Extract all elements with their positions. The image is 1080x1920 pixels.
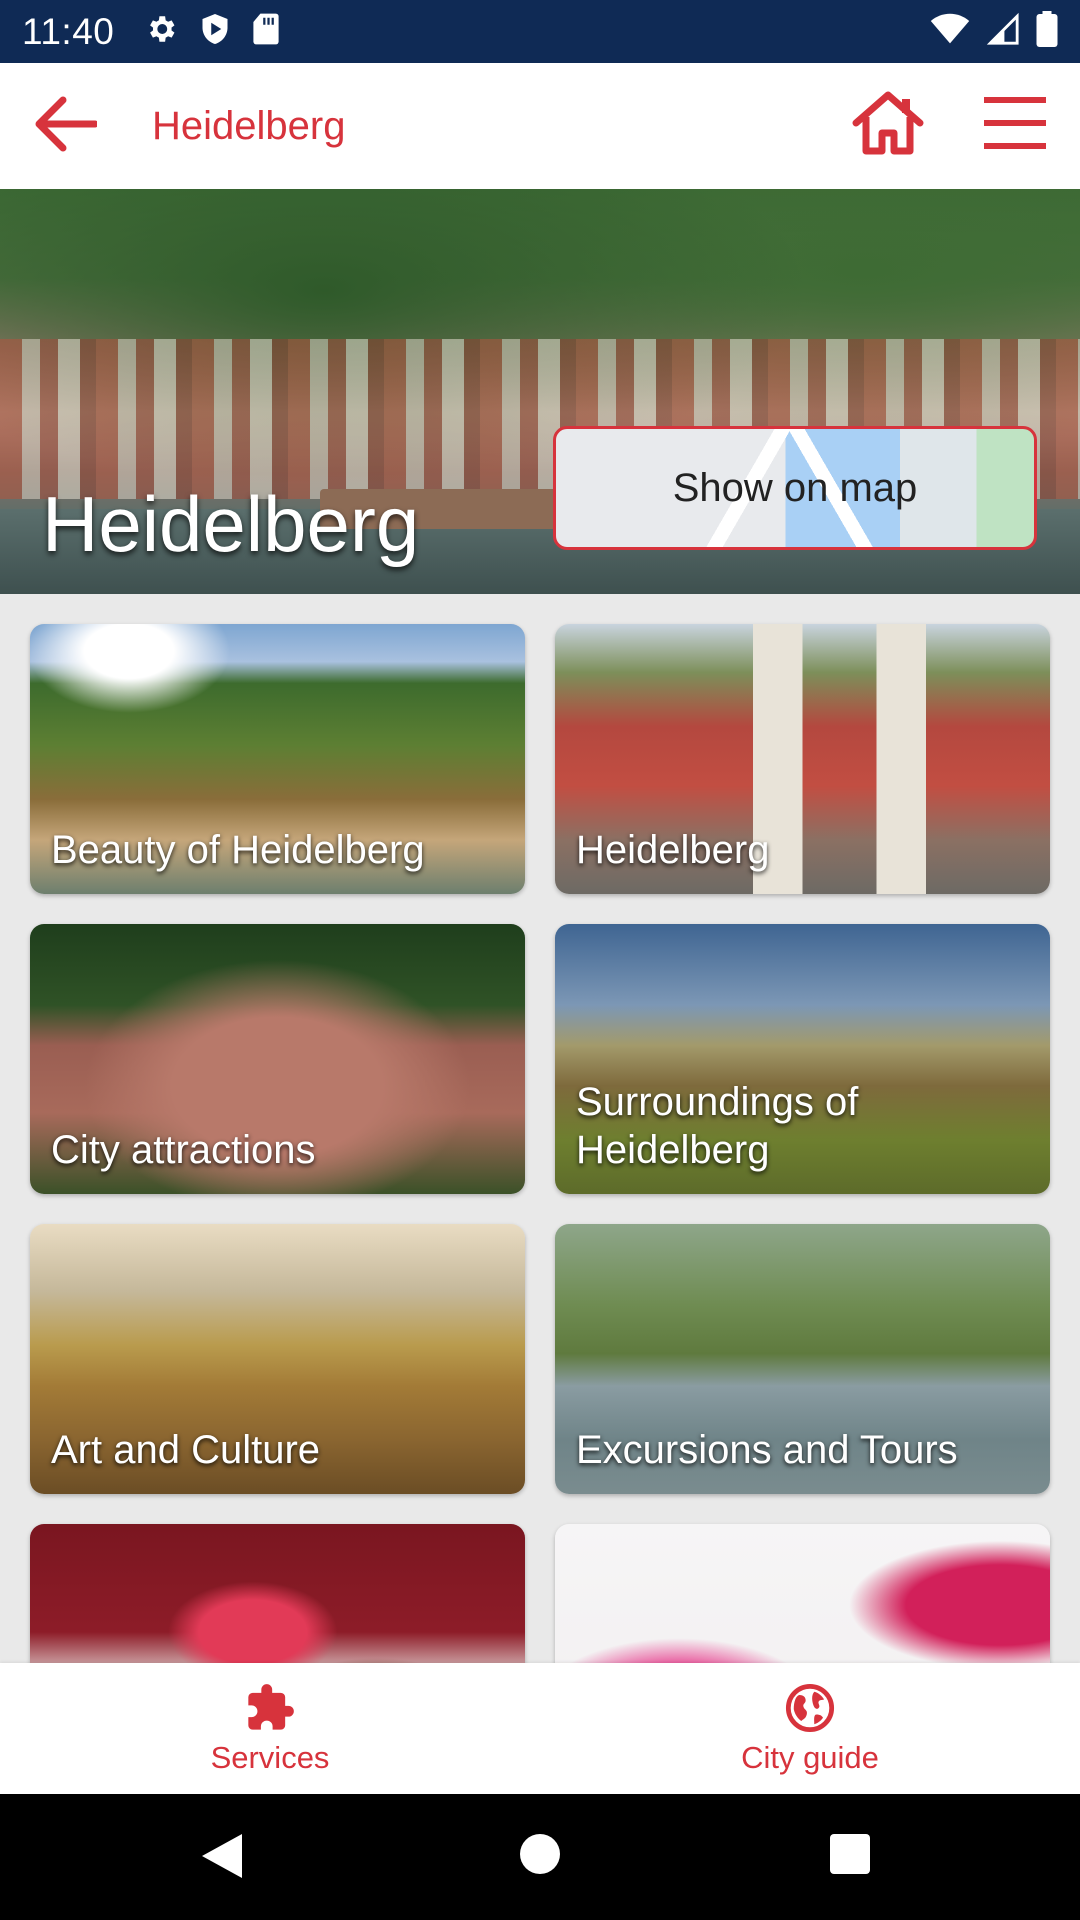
show-on-map-button[interactable]: Show on map (553, 426, 1037, 550)
back-arrow-icon (33, 96, 99, 157)
app-bar: Heidelberg (0, 63, 1080, 189)
hamburger-menu-icon (982, 97, 1048, 157)
menu-button[interactable] (982, 93, 1048, 159)
home-button[interactable] (852, 91, 924, 163)
battery-icon (1036, 11, 1058, 52)
tile-label: Excursions and Tours (576, 1428, 958, 1472)
tile-heidelberg[interactable]: Heidelberg (555, 624, 1050, 894)
nav-item-city-guide[interactable]: City guide (540, 1663, 1080, 1794)
status-bar: 11:40 (0, 0, 1080, 63)
home-icon (852, 91, 924, 159)
screen: 11:40 Heidelberg Heidelberg Show on map … (0, 0, 1080, 1920)
tile-art-and-culture[interactable]: Art and Culture (30, 1224, 525, 1494)
back-triangle-icon[interactable] (200, 1832, 244, 1885)
tile-city-attractions[interactable]: City attractions (30, 924, 525, 1194)
show-on-map-label: Show on map (672, 465, 918, 510)
sd-card-icon (252, 12, 280, 51)
tile-label: City attractions (51, 1128, 316, 1172)
tile-label: Art and Culture (51, 1428, 321, 1472)
status-icons-left (144, 12, 280, 51)
bottom-navigation: Services City guide (0, 1663, 1080, 1794)
page-title: Heidelberg (152, 103, 346, 148)
home-circle-icon[interactable] (520, 1834, 560, 1874)
recents-square-icon[interactable] (830, 1834, 870, 1874)
puzzle-icon (244, 1682, 296, 1734)
status-icons-right (930, 11, 1058, 52)
hero-title: Heidelberg (42, 480, 420, 568)
wifi-icon (930, 13, 970, 50)
back-button[interactable] (0, 63, 130, 189)
nav-label: City guide (741, 1739, 879, 1775)
tile-surroundings-of-heidelberg[interactable]: Surroundings of Heidelberg (555, 924, 1050, 1194)
tile-label: Beauty of Heidelberg (51, 828, 425, 872)
nav-item-services[interactable]: Services (0, 1663, 540, 1794)
tile-label: Heidelberg (576, 828, 770, 872)
hero-banner: Heidelberg Show on map (0, 189, 1080, 594)
status-time: 11:40 (22, 10, 115, 52)
tile-label: Surroundings of Heidelberg (576, 1080, 859, 1172)
shield-icon (200, 12, 230, 51)
system-navigation-bar (0, 1794, 1080, 1920)
tile-beauty-of-heidelberg[interactable]: Beauty of Heidelberg (30, 624, 525, 894)
tile-excursions-and-tours[interactable]: Excursions and Tours (555, 1224, 1050, 1494)
cellular-signal-icon (986, 12, 1020, 51)
settings-gear-icon (144, 12, 178, 51)
nav-label: Services (210, 1739, 330, 1775)
globe-icon (784, 1682, 836, 1734)
